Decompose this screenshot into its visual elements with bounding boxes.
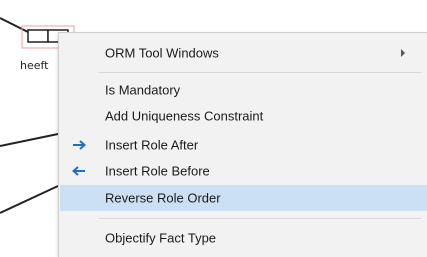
menu-item-orm-tool-windows[interactable]: ORM Tool Windows	[60, 40, 427, 66]
menu-item-objectify-fact-type[interactable]: Objectify Fact Type	[60, 225, 427, 251]
menu-item-label: Insert Role After	[105, 137, 199, 153]
connector-line-middle	[0, 133, 59, 147]
menu-separator	[99, 72, 421, 73]
menu-item-label: Add Uniqueness Constraint	[105, 108, 264, 124]
menu-item-reverse-role-order[interactable]: Reverse Role Order	[60, 185, 427, 211]
menu-item-label: Insert Role Before	[105, 163, 210, 179]
context-menu: ORM Tool Windows Is Mandatory Add Unique…	[58, 32, 427, 257]
submenu-arrow-icon	[401, 49, 405, 57]
menu-item-insert-role-before[interactable]: Insert Role Before	[60, 158, 427, 184]
menu-item-label: ORM Tool Windows	[105, 45, 219, 61]
menu-item-add-uniqueness-constraint[interactable]: Add Uniqueness Constraint	[60, 103, 427, 129]
menu-item-is-mandatory[interactable]: Is Mandatory	[60, 77, 427, 103]
menu-item-label: Reverse Role Order	[105, 190, 221, 206]
menu-item-label: Objectify Fact Type	[105, 230, 217, 246]
connector-line-bottom	[0, 185, 59, 214]
arrow-right-icon	[60, 132, 98, 158]
fact-type-reading-label: heeft	[20, 59, 49, 72]
menu-item-label: Is Mandatory	[105, 82, 181, 98]
connector-line-top	[0, 17, 29, 33]
role-box-left[interactable]	[27, 29, 49, 43]
menu-item-insert-role-after[interactable]: Insert Role After	[60, 132, 427, 158]
menu-separator	[99, 218, 421, 219]
arrow-left-icon	[60, 158, 98, 184]
